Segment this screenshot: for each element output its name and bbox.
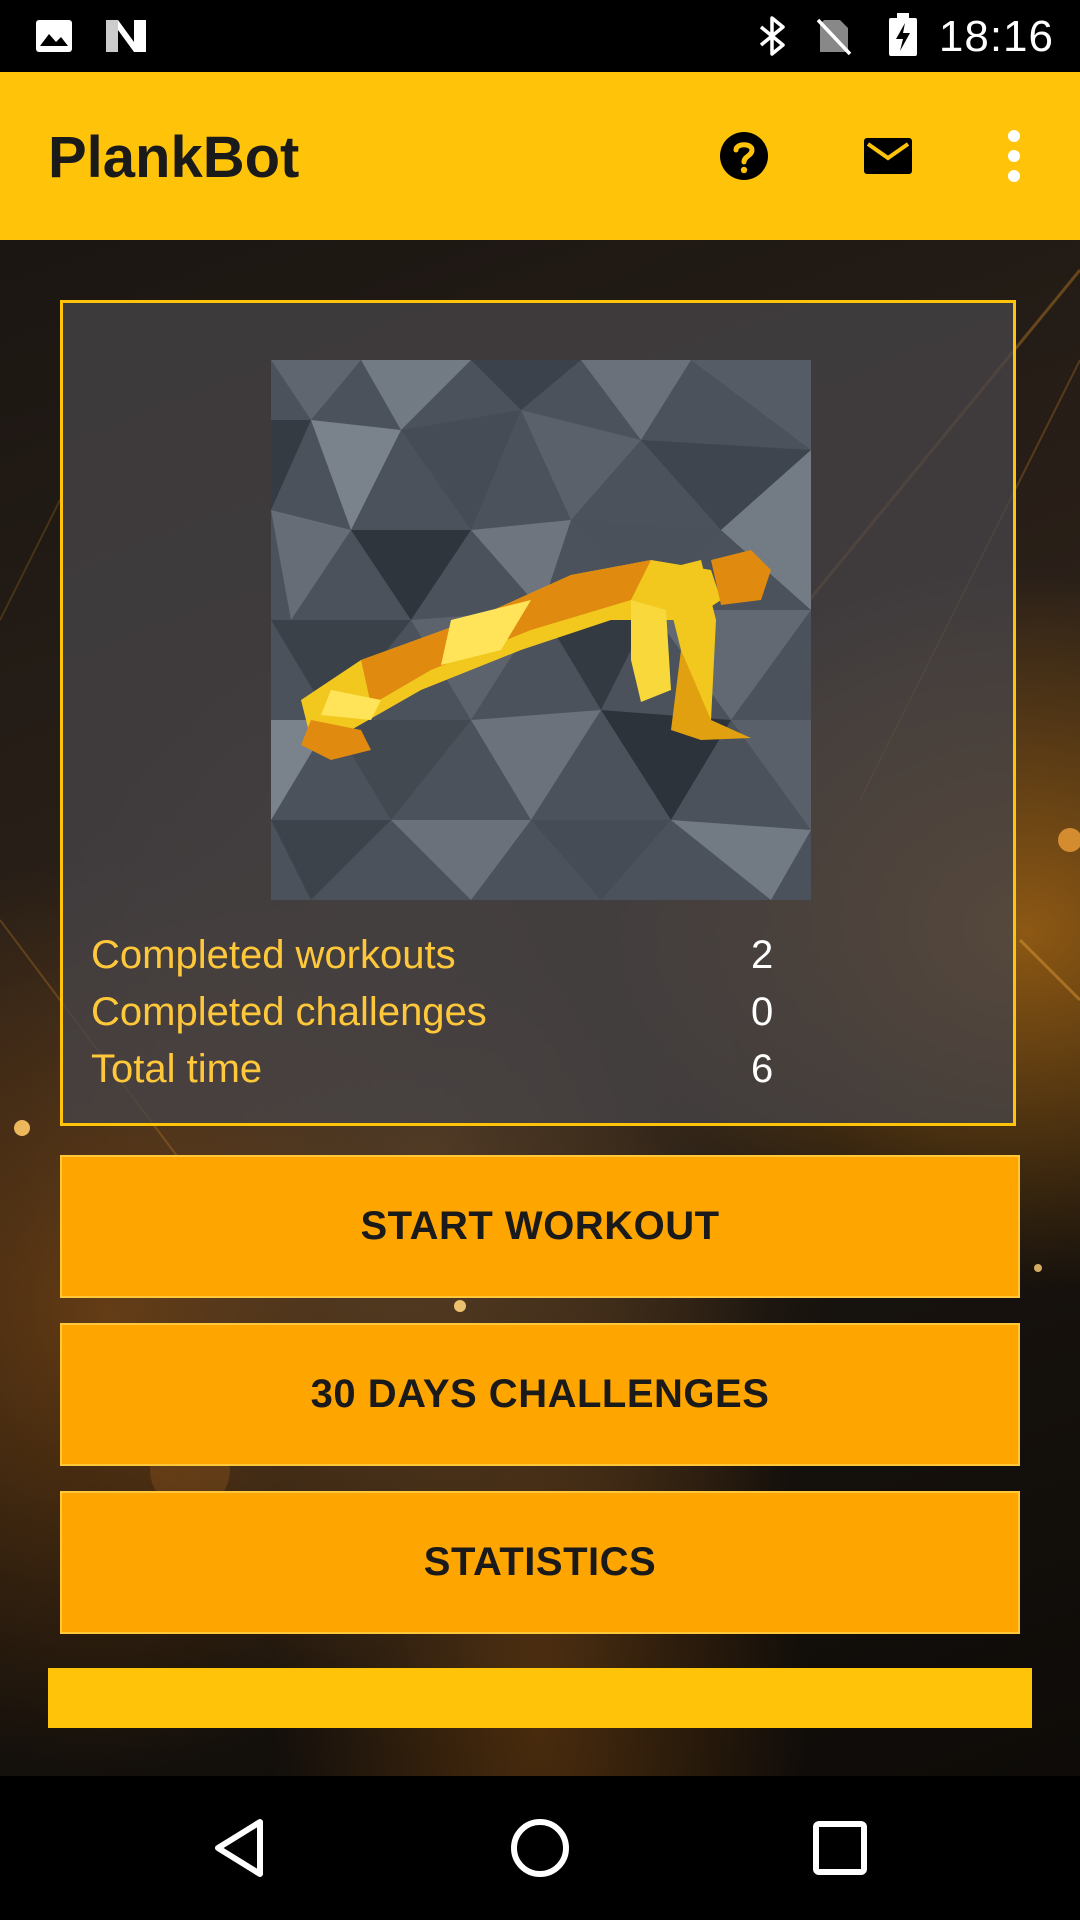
stat-value: 2 xyxy=(751,933,774,977)
app-bar: PlankBot xyxy=(0,72,1080,240)
back-icon[interactable] xyxy=(204,1812,276,1884)
challenges-button[interactable]: 30 DAYS CHALLENGES xyxy=(60,1323,1020,1466)
more-vert-icon[interactable] xyxy=(998,128,1030,184)
stat-label: Total time xyxy=(91,1047,263,1091)
image-icon xyxy=(36,20,72,52)
stat-row-completed-challenges: Completed challenges 0 xyxy=(91,990,991,1046)
statistics-button[interactable]: STATISTICS xyxy=(60,1491,1020,1634)
stat-value: 0 xyxy=(751,990,774,1034)
navigation-bar xyxy=(0,1776,1080,1920)
plank-hero-image xyxy=(271,360,811,900)
stat-row-completed-workouts: Completed workouts 2 xyxy=(91,933,991,989)
battery-charging-icon xyxy=(889,13,917,56)
stat-label: Completed challenges xyxy=(91,990,487,1034)
status-bar: 18:16 xyxy=(0,0,1080,72)
help-icon[interactable] xyxy=(716,128,772,184)
mail-icon[interactable] xyxy=(860,128,916,184)
stat-value: 6 xyxy=(751,1047,774,1091)
home-icon[interactable] xyxy=(504,1812,576,1884)
app-title: PlankBot xyxy=(48,125,300,190)
banner-strip[interactable] xyxy=(48,1668,1032,1728)
recents-icon[interactable] xyxy=(804,1812,876,1884)
plankbot-home-screen: 18:16 PlankBot Completed workouts 2 Comp… xyxy=(0,0,1080,1920)
stats-card: Completed workouts 2 Completed challenge… xyxy=(60,300,1016,1126)
no-sim-icon xyxy=(816,18,852,56)
stat-label: Completed workouts xyxy=(91,933,456,977)
start-workout-button[interactable]: START WORKOUT xyxy=(60,1155,1020,1298)
n-notification-icon xyxy=(106,20,146,52)
stat-row-total-time: Total time 6 xyxy=(91,1047,991,1103)
bluetooth-icon xyxy=(759,16,785,56)
status-time: 18:16 xyxy=(938,12,1054,61)
